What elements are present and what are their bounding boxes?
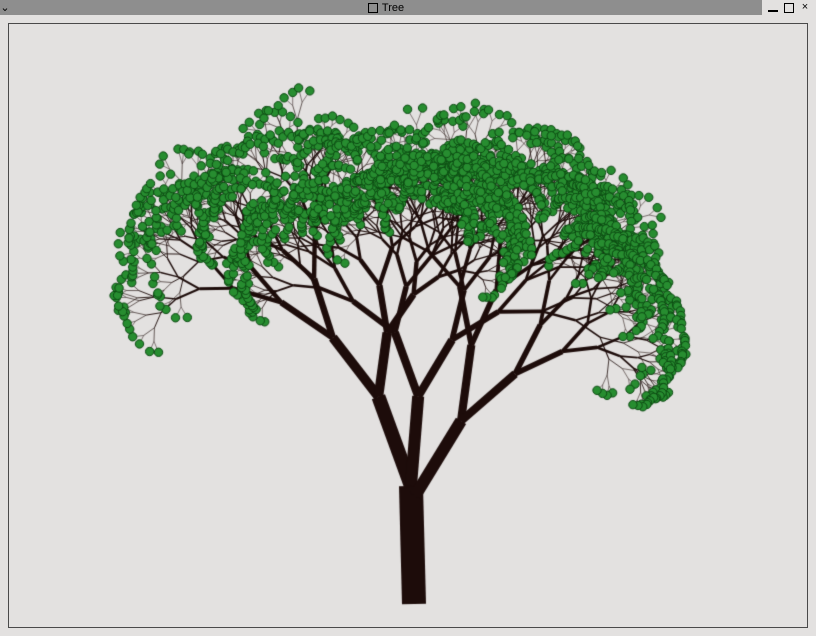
minimize-icon xyxy=(768,10,778,12)
window-title-text: Tree xyxy=(382,2,404,14)
tree-canvas xyxy=(9,24,807,627)
close-button[interactable]: × xyxy=(800,3,810,13)
window-controls: × xyxy=(762,0,816,15)
maximize-icon xyxy=(784,3,794,13)
app-icon xyxy=(368,3,378,13)
client-area xyxy=(8,23,808,628)
window-title: Tree xyxy=(10,2,762,14)
minimize-button[interactable] xyxy=(768,4,778,12)
title-bar: ⌄ Tree × xyxy=(0,0,816,15)
system-menu-button[interactable]: ⌄ xyxy=(0,1,10,14)
maximize-button[interactable] xyxy=(784,3,794,13)
